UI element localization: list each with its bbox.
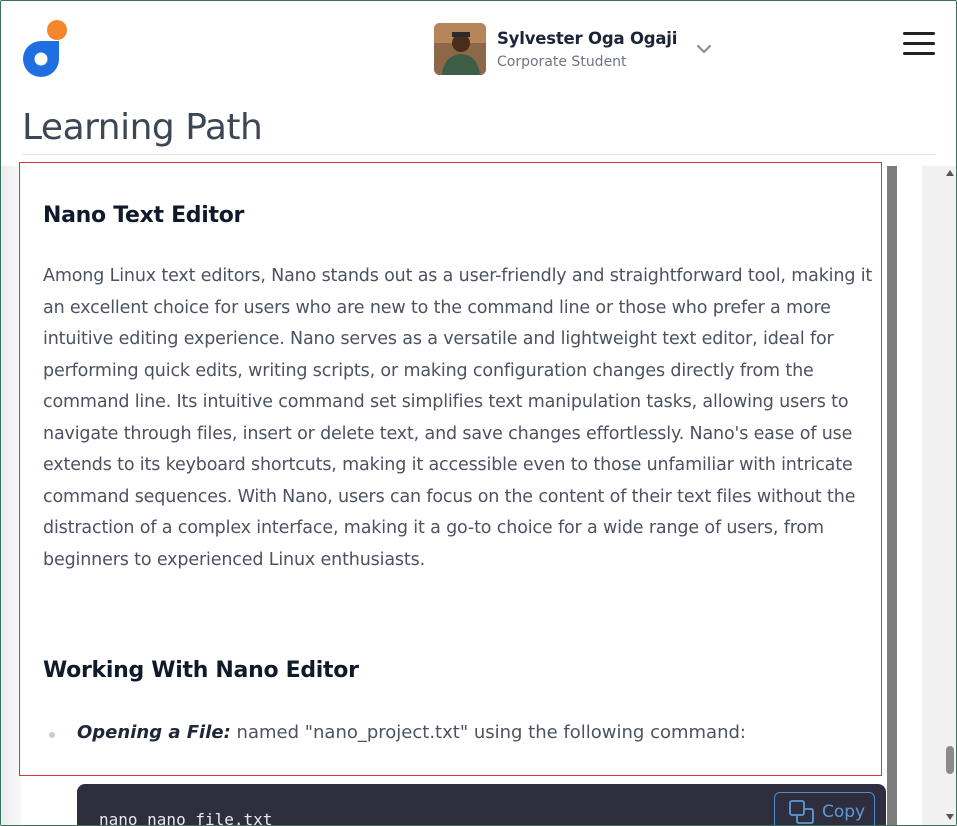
scrollbar-thumb[interactable] [946,746,954,774]
scroll-down-arrow-icon[interactable] [946,814,954,820]
side-gutter [922,166,942,825]
code-text: nano nano_file.txt [99,810,273,826]
scroll-up-arrow-icon[interactable] [946,170,954,176]
chevron-down-icon[interactable] [695,41,713,55]
inner-scrollbar[interactable] [887,166,897,825]
avatar [434,23,486,75]
list-bullet [49,732,55,738]
user-role: Corporate Student [497,53,627,70]
lesson-paragraph: Among Linux text editors, Nano stands ou… [43,266,873,570]
list-item: Opening a File: named "nano_project.txt"… [77,722,746,743]
copy-label: Copy [822,802,866,822]
user-profile[interactable]: Sylvester Oga Ogaji Corporate Student [434,23,677,75]
left-panel-edge [1,166,21,825]
list-item-label: Opening a File: [77,722,231,743]
list-item-text: named "nano_project.txt" using the follo… [230,722,746,743]
title-divider [22,154,936,155]
hamburger-menu-icon[interactable] [903,32,935,56]
copy-icon [789,800,814,824]
profile-text: Sylvester Oga Ogaji Corporate Student [497,29,677,70]
page-title: Learning Path [22,107,263,148]
user-name: Sylvester Oga Ogaji [497,28,678,48]
page-scrollbar[interactable] [942,166,956,825]
section-heading: Nano Text Editor [43,203,245,228]
app-window: Sylvester Oga Ogaji Corporate Student Le… [0,0,957,826]
subsection-heading: Working With Nano Editor [43,658,359,683]
logo-icon[interactable] [21,19,69,79]
code-block: nano nano_file.txt Copy [77,784,886,826]
copy-button[interactable]: Copy [774,792,875,825]
